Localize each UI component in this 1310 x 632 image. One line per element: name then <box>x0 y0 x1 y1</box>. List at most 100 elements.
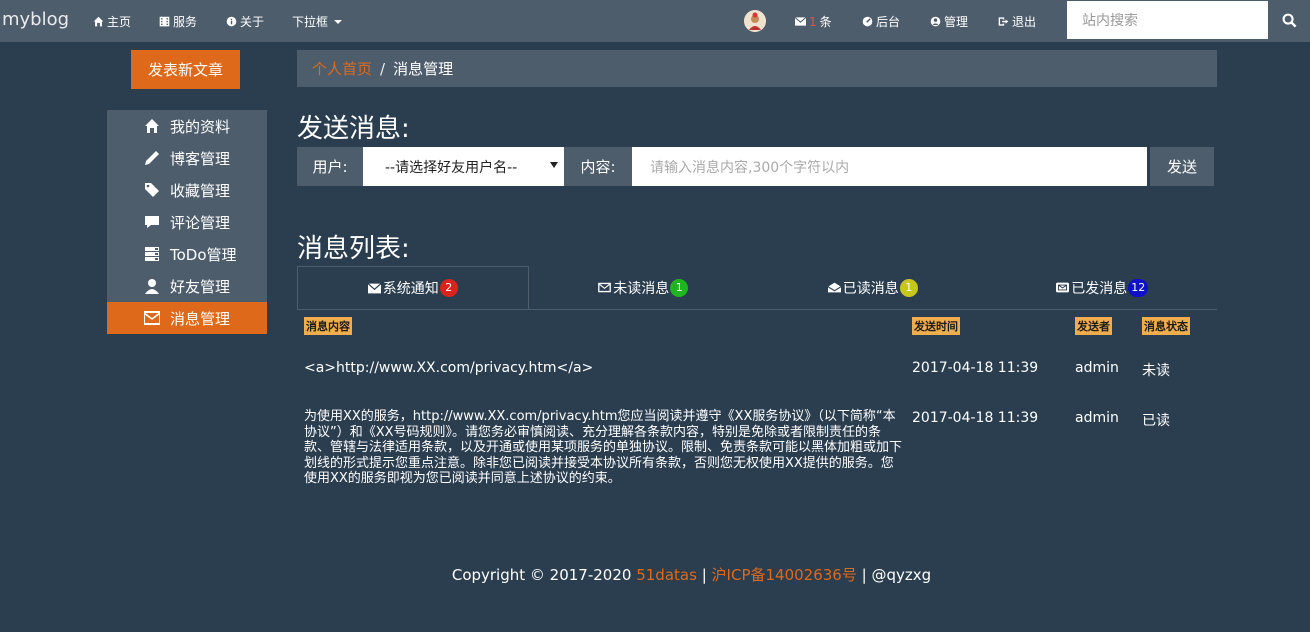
tab-unread[interactable]: 未读消息 1 <box>529 266 759 309</box>
footer: Copyright © 2017-2020 51datas | 沪ICP备140… <box>0 564 1310 585</box>
nav-about[interactable]: 关于 <box>226 13 264 30</box>
film-icon <box>159 16 170 27</box>
sidebar-item-profile[interactable]: 我的资料 <box>107 110 267 142</box>
nav-backend[interactable]: 后台 <box>862 13 900 30</box>
footer-separator: | <box>861 566 867 584</box>
send-title: 发送消息: <box>297 114 410 144</box>
sidebar-item-comments[interactable]: 评论管理 <box>107 206 267 238</box>
tab-sent[interactable]: 已发消息 12 <box>988 266 1218 309</box>
nav-home[interactable]: 主页 <box>93 13 131 30</box>
header-sender: 发送者 <box>1075 317 1112 335</box>
breadcrumb-current: 消息管理 <box>393 60 454 78</box>
tags-icon <box>143 181 161 199</box>
messages-suffix: 条 <box>819 15 832 29</box>
home-icon <box>93 16 104 27</box>
nav-about-label: 关于 <box>240 15 265 29</box>
nav-logout[interactable]: 退出 <box>998 13 1036 30</box>
tab-badge: 1 <box>670 278 689 297</box>
message-sender: admin <box>1075 360 1119 376</box>
sidebar-item-label: 好友管理 <box>170 277 231 296</box>
nav-services[interactable]: 服务 <box>159 13 197 30</box>
tab-badge: 12 <box>1128 278 1149 297</box>
nav-manage[interactable]: 管理 <box>930 13 968 30</box>
logout-icon <box>998 17 1009 26</box>
nav-backend-label: 后台 <box>876 15 901 29</box>
breadcrumb: 个人首页 / 消息管理 <box>297 50 1217 87</box>
search-input[interactable]: 站内搜索 <box>1067 1 1268 39</box>
envelope-square-icon <box>1056 282 1070 293</box>
tab-label: 已读消息 <box>842 280 899 297</box>
message-status: 未读 <box>1142 363 1170 379</box>
footer-link-icp[interactable]: 沪ICP备14002636号 <box>712 566 857 584</box>
sidebar-item-friends[interactable]: 好友管理 <box>107 270 267 302</box>
message-status: 已读 <box>1142 413 1170 429</box>
envelope-icon <box>367 282 381 293</box>
top-navbar: myblog 主页 服务 关于 下拉框 1条 后台 管理 退出 站内搜索 <box>0 0 1310 42</box>
nav-manage-label: 管理 <box>944 15 969 29</box>
header-status: 消息状态 <box>1142 317 1190 335</box>
footer-author: @qyzxg <box>871 566 932 584</box>
sidebar-item-label: 评论管理 <box>170 213 231 232</box>
message-tabs: 系统通知 2 未读消息 1 已读消息 1 已发消息 12 <box>297 266 1217 310</box>
messages-count: 1 <box>809 14 817 29</box>
send-button[interactable]: 发送 <box>1150 147 1214 186</box>
friend-select[interactable]: --请选择好友用户名-- <box>363 147 564 186</box>
footer-copyright: Copyright © 2017-2020 <box>451 566 632 584</box>
tab-read[interactable]: 已读消息 1 <box>758 266 988 309</box>
brand-logo[interactable]: myblog <box>2 9 69 30</box>
sidebar-item-label: 收藏管理 <box>170 181 231 200</box>
sidebar-item-label: 我的资料 <box>170 117 231 136</box>
search-button[interactable] <box>1268 1 1310 39</box>
message-time: 2017-04-18 11:39 <box>912 410 1039 426</box>
header-content: 消息内容 <box>304 317 352 335</box>
tasks-icon <box>143 245 161 263</box>
avatar[interactable] <box>744 10 766 32</box>
tab-label: 未读消息 <box>613 280 670 297</box>
nav-messages[interactable]: 1条 <box>795 13 832 30</box>
breadcrumb-home-link[interactable]: 个人首页 <box>312 58 372 79</box>
dashboard-icon <box>862 16 873 27</box>
envelope-icon <box>143 309 161 327</box>
sidebar-item-messages[interactable]: 消息管理 <box>107 302 267 334</box>
nav-home-label: 主页 <box>107 15 132 29</box>
footer-link-51datas[interactable]: 51datas <box>636 566 697 584</box>
tab-badge: 2 <box>439 279 458 297</box>
sidebar-menu: 我的资料 博客管理 收藏管理 评论管理 ToDo管理 好友管理 消息管理 <box>107 110 267 334</box>
friend-select-value: --请选择好友用户名-- <box>385 159 518 176</box>
envelope-outline-icon <box>598 282 612 293</box>
sidebar-item-label: 消息管理 <box>170 309 231 328</box>
send-form: 用户: --请选择好友用户名-- 内容: 请输入消息内容,300个字符以内 发送 <box>297 147 1214 186</box>
tab-system[interactable]: 系统通知 2 <box>297 266 529 309</box>
message-content: <a>http://www.XX.com/privacy.htm</a> <box>304 360 594 376</box>
tab-label: 已发消息 <box>1071 280 1128 297</box>
message-time: 2017-04-18 11:39 <box>912 360 1039 376</box>
message-content: 为使用XX的服务，http://www.XX.com/privacy.htm您应… <box>304 409 903 486</box>
breadcrumb-separator: / <box>380 59 386 78</box>
sidebar-item-blog[interactable]: 博客管理 <box>107 142 267 174</box>
comment-icon <box>143 213 161 231</box>
nav-services-label: 服务 <box>173 15 198 29</box>
header-time: 发送时间 <box>912 317 960 335</box>
sidebar-item-label: ToDo管理 <box>170 245 237 264</box>
info-icon <box>226 16 237 27</box>
list-title: 消息列表: <box>297 234 410 264</box>
home-icon <box>143 117 161 135</box>
search-icon <box>1282 13 1296 27</box>
message-sender: admin <box>1075 410 1119 426</box>
nav-dropdown-label: 下拉框 <box>292 15 329 29</box>
pencil-icon <box>143 149 161 167</box>
sidebar-item-favorites[interactable]: 收藏管理 <box>107 174 267 206</box>
nav-logout-label: 退出 <box>1012 15 1037 29</box>
user-label: 用户: <box>297 147 363 186</box>
envelope-icon <box>795 16 806 26</box>
nav-dropdown[interactable]: 下拉框 <box>292 13 343 30</box>
envelope-open-icon <box>827 282 841 293</box>
message-content-input[interactable]: 请输入消息内容,300个字符以内 <box>632 147 1147 186</box>
new-post-button[interactable]: 发表新文章 <box>131 50 240 89</box>
tab-label: 系统通知 <box>382 281 439 297</box>
sidebar-item-todo[interactable]: ToDo管理 <box>107 238 267 270</box>
content-label: 内容: <box>564 147 632 186</box>
sidebar-item-label: 博客管理 <box>170 149 231 168</box>
user-circle-icon <box>930 16 941 27</box>
caret-down-icon <box>334 19 343 24</box>
